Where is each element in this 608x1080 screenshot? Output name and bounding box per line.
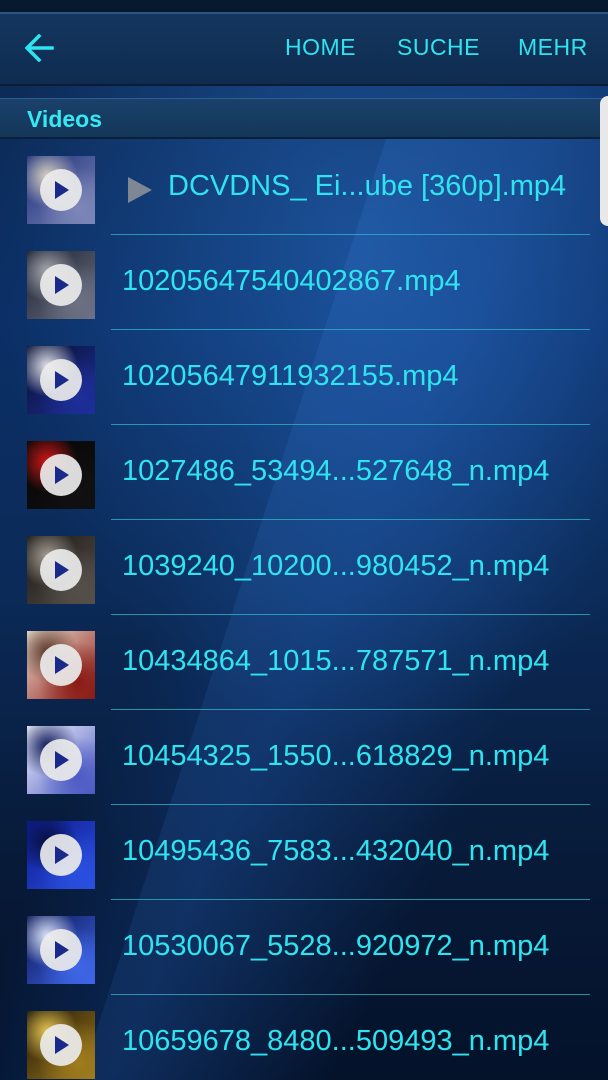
video-list-item[interactable]: 10495436_7583...432040_n.mp4 <box>0 805 608 900</box>
video-filename: DCVDNS_ Ei...ube [360p].mp4 <box>168 170 567 202</box>
section-title: Videos <box>27 106 102 132</box>
video-list-item[interactable]: 10434864_1015...787571_n.mp4 <box>0 615 608 710</box>
video-thumbnail <box>27 156 95 224</box>
video-filename: 1039240_10200...980452_n.mp4 <box>122 550 550 582</box>
play-icon <box>40 834 82 876</box>
arrow-left-icon <box>25 34 54 62</box>
video-filename: 10530067_5528...920972_n.mp4 <box>122 930 550 962</box>
video-thumbnail <box>27 536 95 604</box>
menu-more[interactable]: MEHR <box>518 34 588 61</box>
video-list-item[interactable]: DCVDNS_ Ei...ube [360p].mp4 <box>0 140 608 235</box>
play-icon <box>40 929 82 971</box>
video-thumbnail <box>27 441 95 509</box>
action-bar: HOME SUCHE MEHR <box>0 12 608 86</box>
play-icon <box>40 359 82 401</box>
video-filename: 10659678_8480...509493_n.mp4 <box>122 1025 550 1057</box>
video-filename: 1027486_53494...527648_n.mp4 <box>122 455 550 487</box>
menu-home[interactable]: HOME <box>285 34 356 61</box>
video-list-item[interactable]: 1027486_53494...527648_n.mp4 <box>0 425 608 520</box>
play-icon <box>40 454 82 496</box>
video-filename: 10495436_7583...432040_n.mp4 <box>122 835 550 867</box>
video-thumbnail <box>27 821 95 889</box>
video-thumbnail <box>27 916 95 984</box>
video-list-item[interactable]: 10530067_5528...920972_n.mp4 <box>0 900 608 995</box>
now-playing-icon <box>128 177 152 203</box>
video-list-item[interactable]: 10454325_1550...618829_n.mp4 <box>0 710 608 805</box>
play-icon <box>40 644 82 686</box>
video-thumbnail <box>27 726 95 794</box>
section-header: Videos <box>0 98 608 139</box>
play-icon <box>40 739 82 781</box>
video-thumbnail <box>27 631 95 699</box>
video-list-item[interactable]: 10659678_8480...509493_n.mp4 <box>0 995 608 1080</box>
video-filename: 10434864_1015...787571_n.mp4 <box>122 645 550 677</box>
video-list-item[interactable]: 1039240_10200...980452_n.mp4 <box>0 520 608 615</box>
play-icon <box>40 264 82 306</box>
video-thumbnail <box>27 1011 95 1079</box>
menu-search[interactable]: SUCHE <box>397 34 480 61</box>
play-icon <box>40 1024 82 1066</box>
video-filename: 10454325_1550...618829_n.mp4 <box>122 740 550 772</box>
play-icon <box>40 169 82 211</box>
back-button[interactable] <box>18 26 62 70</box>
play-icon <box>40 549 82 591</box>
video-list-item[interactable]: 10205647911932155.mp4 <box>0 330 608 425</box>
video-thumbnail <box>27 346 95 414</box>
video-thumbnail <box>27 251 95 319</box>
video-filename: 10205647911932155.mp4 <box>122 360 459 392</box>
video-filename: 10205647540402867.mp4 <box>122 265 461 297</box>
video-list-item[interactable]: 10205647540402867.mp4 <box>0 235 608 330</box>
